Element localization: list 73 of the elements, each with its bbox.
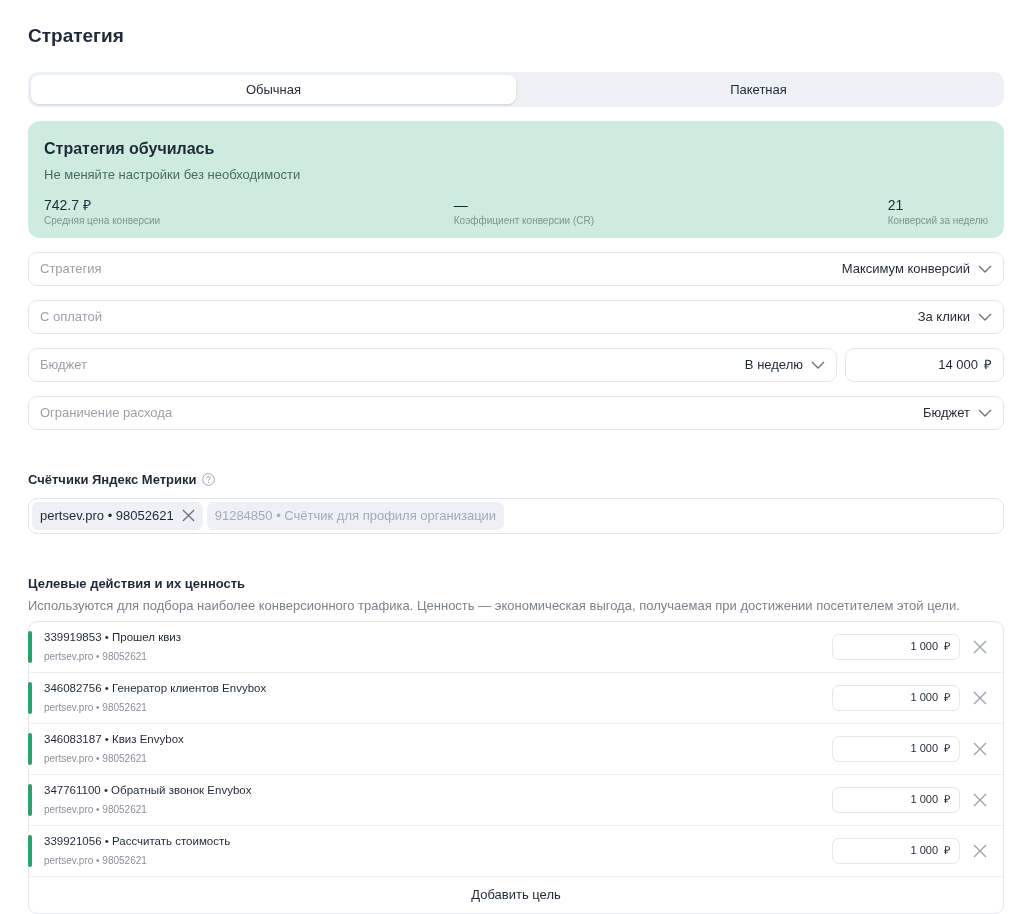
stat-value: 742.7 ₽ bbox=[44, 196, 92, 213]
close-icon[interactable] bbox=[973, 741, 987, 756]
goals-title: Целевые действия и их ценность bbox=[28, 574, 247, 593]
amount-value: 14 000 bbox=[938, 356, 978, 375]
amount-field[interactable]: 14 000 ₽ bbox=[845, 348, 1004, 382]
value-amount: 1 000 bbox=[910, 741, 938, 757]
currency-sign: ₽ bbox=[944, 741, 950, 757]
close-icon[interactable] bbox=[973, 792, 987, 807]
currency-sign: ₽ bbox=[944, 843, 950, 859]
close-icon[interactable] bbox=[973, 843, 987, 858]
tab[interactable]: Пакетная bbox=[516, 75, 1001, 104]
field-label: Ограничение расхода bbox=[40, 404, 173, 423]
stat-label: Коэффициент конверсии (CR) bbox=[453, 213, 595, 228]
select-field[interactable]: С оплатой За клики bbox=[28, 300, 1004, 334]
goal-marker bbox=[28, 630, 32, 663]
counters-title: Счётчики Яндекс Метрики bbox=[28, 471, 197, 489]
stat-label: Средняя цена конверсии bbox=[44, 213, 161, 228]
value-field[interactable]: 1 000 ₽ bbox=[832, 684, 960, 711]
chevron-down-icon bbox=[811, 361, 825, 369]
goal-name: 339919853 • Прошел квиз bbox=[44, 630, 183, 646]
remove-icon[interactable] bbox=[181, 509, 195, 522]
field-value: За клики bbox=[917, 308, 970, 327]
counter-chip[interactable]: pertsev.pro • 98052621 bbox=[32, 501, 203, 530]
goal-counter: pertsev.pro • 98052621 bbox=[44, 649, 148, 664]
goal-counter: pertsev.pro • 98052621 bbox=[44, 751, 148, 766]
chevron-down-icon bbox=[978, 409, 992, 417]
goal-name: 347761100 • Обратный звонок Envybox bbox=[44, 783, 253, 799]
value-field[interactable]: 1 000 ₽ bbox=[832, 786, 960, 813]
value-field[interactable]: 1 000 ₽ bbox=[832, 633, 960, 660]
goal-name: 346083187 • Квиз Envybox bbox=[44, 732, 185, 748]
stat-label: Конверсий за неделю bbox=[887, 213, 988, 228]
currency-sign: ₽ bbox=[944, 639, 950, 655]
goal-counter: pertsev.pro • 98052621 bbox=[44, 700, 148, 715]
value-field[interactable]: 1 000 ₽ bbox=[832, 735, 960, 762]
chevron-down-icon bbox=[978, 265, 992, 273]
field-label: С оплатой bbox=[40, 308, 103, 327]
goal-marker bbox=[28, 783, 32, 816]
select-field[interactable]: Ограничение расхода Бюджет bbox=[28, 396, 1004, 430]
field-value: Бюджет bbox=[922, 404, 970, 423]
field-label: Бюджет bbox=[40, 356, 88, 375]
field-value: Максимум конверсий bbox=[841, 260, 970, 279]
goal-counter: pertsev.pro • 98052621 bbox=[44, 802, 148, 817]
select-field[interactable]: Стратегия Максимум конверсий bbox=[28, 252, 1004, 286]
select-field[interactable]: Бюджет В неделю bbox=[28, 348, 837, 382]
value-field[interactable]: 1 000 ₽ bbox=[832, 837, 960, 864]
goal-counter: pertsev.pro • 98052621 bbox=[44, 853, 148, 868]
counters-field[interactable]: pertsev.pro • 98052621 91284850 • Счётчик для профиля организации bbox=[28, 497, 1004, 534]
tab[interactable]: Обычная bbox=[31, 75, 516, 104]
currency-sign: ₽ bbox=[944, 690, 950, 706]
field-value: В неделю bbox=[744, 356, 803, 375]
card-title: Стратегия обучилась bbox=[44, 139, 216, 159]
field-label: Стратегия bbox=[40, 260, 102, 279]
value-amount: 1 000 bbox=[910, 843, 938, 859]
goal-name: 339921056 • Рассчитать стоимость bbox=[44, 834, 232, 850]
chevron-down-icon bbox=[978, 313, 992, 321]
help-icon[interactable] bbox=[201, 473, 215, 487]
section-title: Стратегия bbox=[28, 24, 125, 48]
value-amount: 1 000 bbox=[910, 690, 938, 706]
stat-value: — bbox=[453, 196, 469, 213]
add-goal-button[interactable]: Добавить цель bbox=[29, 876, 1003, 913]
goal-marker bbox=[28, 732, 32, 765]
value-amount: 1 000 bbox=[910, 792, 938, 808]
value-amount: 1 000 bbox=[910, 639, 938, 655]
goal-marker bbox=[28, 681, 32, 714]
currency-sign: ₽ bbox=[944, 792, 950, 808]
currency-sign: ₽ bbox=[984, 356, 992, 375]
stat-value: 21 bbox=[887, 196, 905, 213]
goal-name: 346082756 • Генератор клиентов Envybox bbox=[44, 681, 268, 697]
goal-marker bbox=[28, 834, 32, 867]
card-subtitle: Не меняйте настройки без необходимости bbox=[44, 166, 302, 184]
goals-description: Используются для подбора наиболее конверсионного трафика. Ценность — экономическая выгода, получаемая при достижении посетителем этой цели. bbox=[28, 597, 961, 615]
close-icon[interactable] bbox=[973, 690, 987, 705]
close-icon[interactable] bbox=[973, 639, 987, 654]
